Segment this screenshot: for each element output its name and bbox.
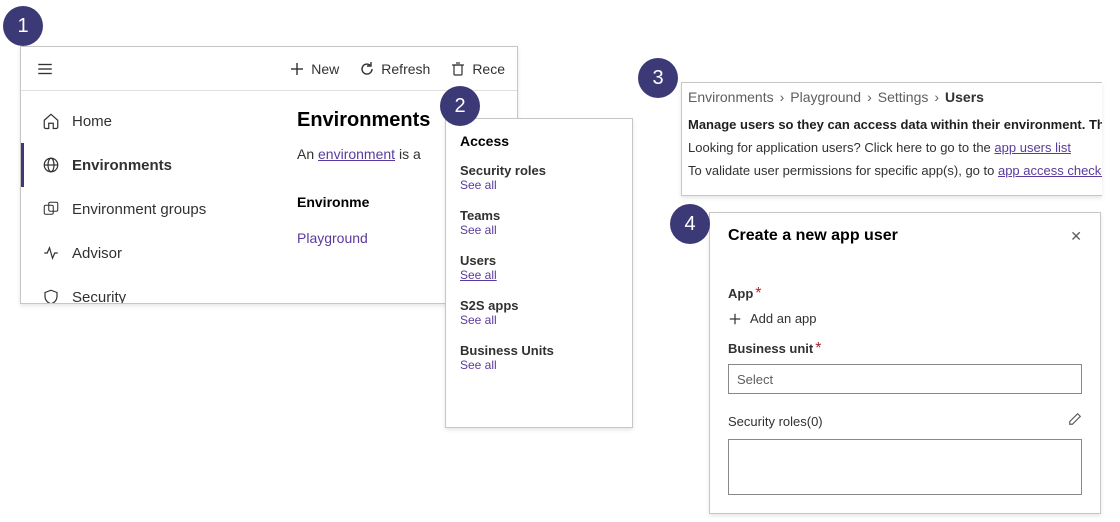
nav-env-groups-label: Environment groups <box>72 201 206 218</box>
nav-advisor[interactable]: Advisor <box>21 231 281 275</box>
env-groups-icon <box>42 200 60 218</box>
recent-button-label: Rece <box>472 61 505 77</box>
see-all-bu[interactable]: See all <box>460 358 618 372</box>
sidebar: Home Environments Environment groups Adv… <box>21 91 281 303</box>
security-roles-label: Security roles(0) <box>728 414 1068 429</box>
shield-icon <box>42 288 60 304</box>
add-app-label: Add an app <box>750 311 817 326</box>
required-marker: * <box>755 285 761 302</box>
create-app-user-title: Create a new app user <box>728 227 1070 245</box>
globe-icon <box>42 156 60 174</box>
pulse-icon <box>42 244 60 262</box>
topbar: New Refresh Rece <box>21 47 517 91</box>
see-all-s2s[interactable]: See all <box>460 313 618 327</box>
business-unit-select[interactable]: Select <box>728 364 1082 394</box>
users-page-panel: Environments › Playground › Settings › U… <box>681 82 1102 196</box>
nav-home-label: Home <box>72 113 112 130</box>
create-app-user-panel: Create a new app user ✕ App* Add an app … <box>709 212 1101 514</box>
required-marker: * <box>815 340 821 357</box>
security-roles-box[interactable] <box>728 439 1082 495</box>
access-group-label: Business Units <box>460 343 618 358</box>
access-group-label: Users <box>460 253 618 268</box>
nav-environments-label: Environments <box>72 157 172 174</box>
breadcrumb: Environments › Playground › Settings › U… <box>688 89 1092 105</box>
nav-environments[interactable]: Environments <box>21 143 281 187</box>
nav-advisor-label: Advisor <box>72 245 122 262</box>
close-icon[interactable]: ✕ <box>1070 228 1082 245</box>
crumb-users: Users <box>945 89 984 105</box>
nav-security[interactable]: Security <box>21 275 281 304</box>
access-teams: Teams See all <box>460 208 618 237</box>
nav-home[interactable]: Home <box>21 99 281 143</box>
refresh-icon <box>359 61 375 77</box>
nav-environment-groups[interactable]: Environment groups <box>21 187 281 231</box>
plus-icon <box>728 312 742 326</box>
step-badge-2: 2 <box>440 86 480 126</box>
step-badge-3: 3 <box>638 58 678 98</box>
step-badge-4: 4 <box>670 204 710 244</box>
crumb-settings[interactable]: Settings <box>878 89 929 105</box>
hamburger-icon[interactable] <box>21 60 69 78</box>
access-s2s-apps: S2S apps See all <box>460 298 618 327</box>
access-security-roles: Security roles See all <box>460 163 618 192</box>
refresh-button-label: Refresh <box>381 61 430 77</box>
app-users-list-link[interactable]: app users list <box>994 140 1071 155</box>
access-title: Access <box>460 133 618 149</box>
chevron-right-icon: › <box>934 89 939 105</box>
step-badge-1: 1 <box>3 6 43 46</box>
access-group-label: Security roles <box>460 163 618 178</box>
home-icon <box>42 112 60 130</box>
see-all-teams[interactable]: See all <box>460 223 618 237</box>
chevron-right-icon: › <box>867 89 872 105</box>
access-group-label: Teams <box>460 208 618 223</box>
users-intro-line2: Looking for application users? Click her… <box>688 140 1092 155</box>
users-intro-bold: Manage users so they can access data wit… <box>688 117 1092 132</box>
access-business-units: Business Units See all <box>460 343 618 372</box>
chevron-right-icon: › <box>780 89 785 105</box>
access-users: Users See all <box>460 253 618 282</box>
crumb-environments[interactable]: Environments <box>688 89 774 105</box>
business-unit-label: Business unit <box>728 341 813 356</box>
see-all-security-roles[interactable]: See all <box>460 178 618 192</box>
edit-roles-button[interactable] <box>1068 412 1082 431</box>
new-button-label: New <box>311 61 339 77</box>
add-app-button[interactable]: Add an app <box>728 311 1082 326</box>
users-intro-line3: To validate user permissions for specifi… <box>688 163 1092 178</box>
access-group-label: S2S apps <box>460 298 618 313</box>
crumb-playground[interactable]: Playground <box>790 89 861 105</box>
new-button[interactable]: New <box>283 57 345 81</box>
environments-panel: New Refresh Rece Home Environments <box>20 46 518 304</box>
nav-security-label: Security <box>72 289 126 305</box>
recent-button[interactable]: Rece <box>444 57 511 81</box>
access-panel: Access Security roles See all Teams See … <box>445 118 633 428</box>
see-all-users[interactable]: See all <box>460 268 618 282</box>
pencil-icon <box>1068 412 1082 426</box>
business-unit-placeholder: Select <box>737 372 773 387</box>
trash-icon <box>450 61 466 77</box>
plus-icon <box>289 61 305 77</box>
refresh-button[interactable]: Refresh <box>353 57 436 81</box>
environment-link[interactable]: environment <box>318 146 395 162</box>
app-access-checker-link[interactable]: app access checker. <box>998 163 1102 178</box>
app-label: App <box>728 286 753 301</box>
